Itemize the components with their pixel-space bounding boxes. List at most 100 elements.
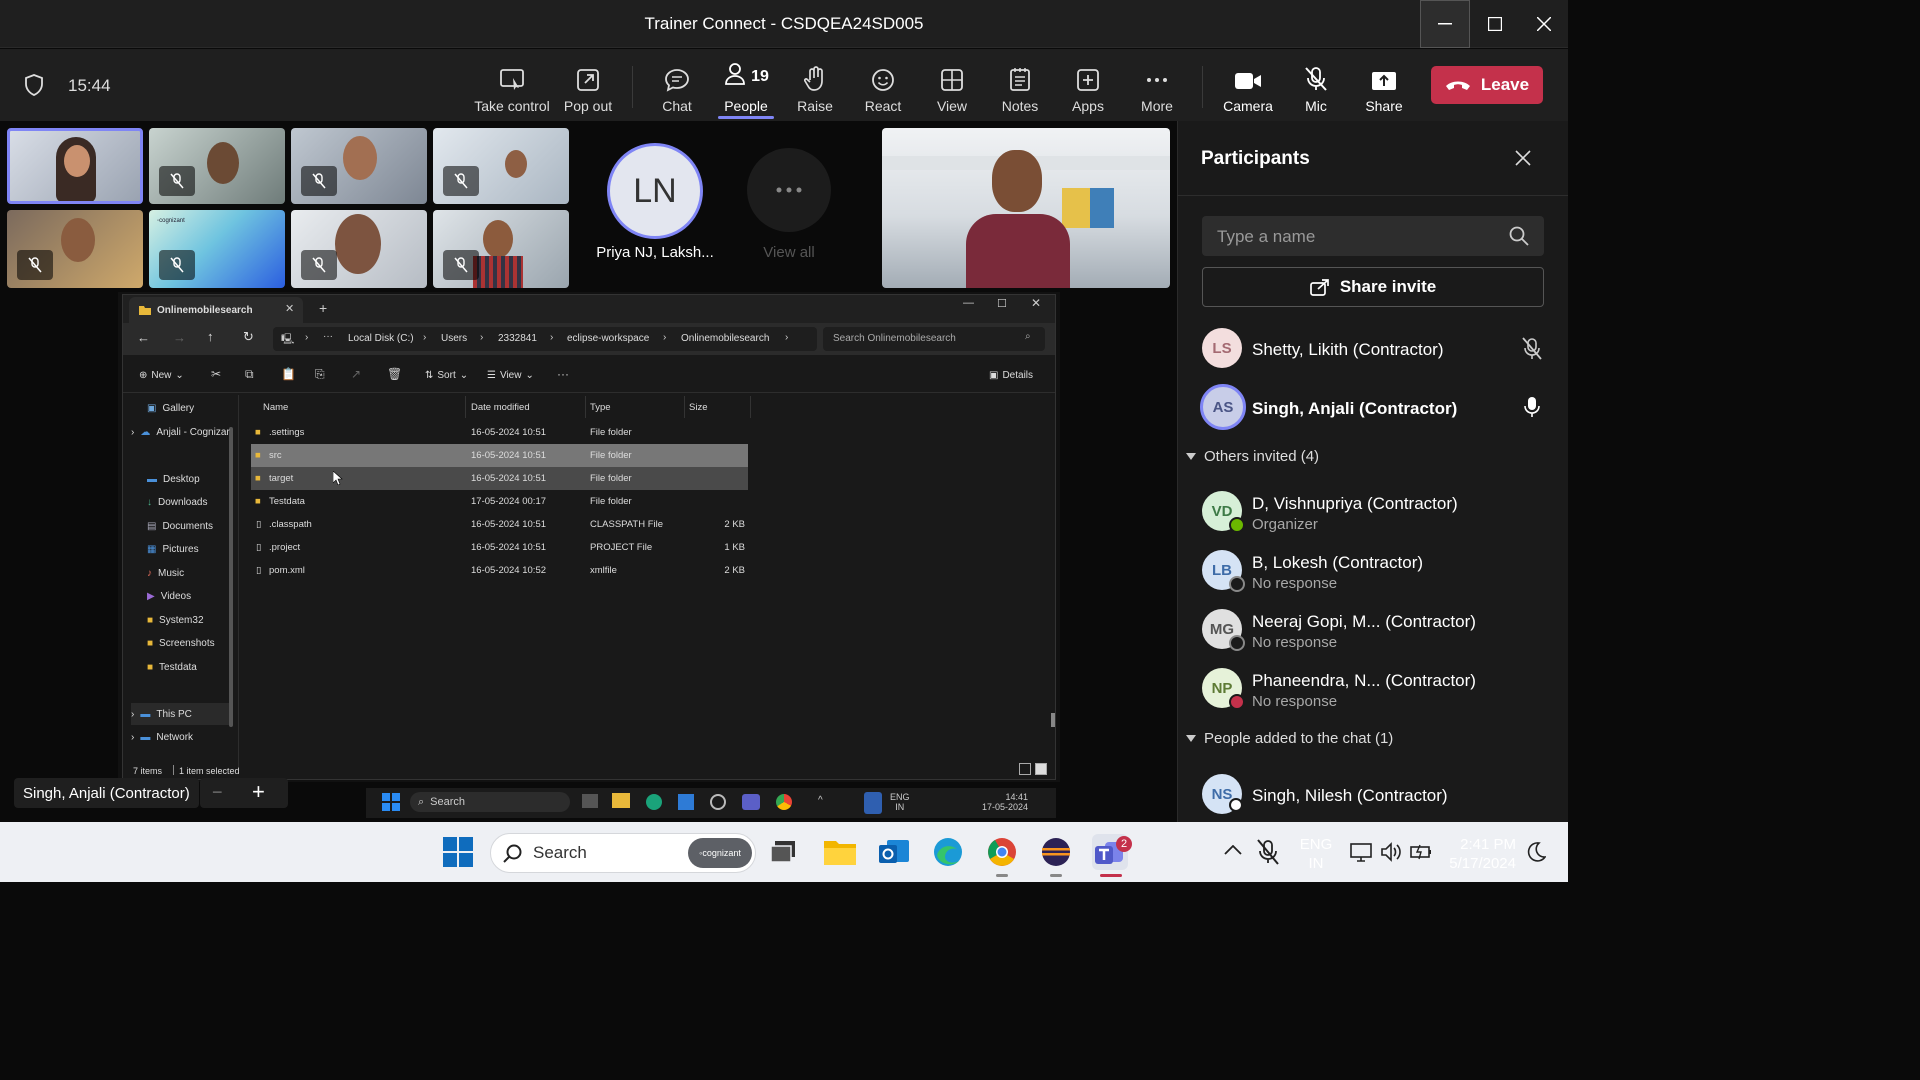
windows-start-icon[interactable] (382, 793, 400, 816)
sidebar-item-network[interactable]: › ▬ Network (131, 726, 193, 748)
sidebar-item-this-pc[interactable]: › ▬ This PC (131, 703, 229, 725)
react-button[interactable]: React (858, 58, 908, 114)
video-tile[interactable] (433, 210, 569, 288)
view-button[interactable]: View (928, 58, 976, 114)
details-view-icon[interactable] (1019, 763, 1031, 775)
cut-icon[interactable]: ✂ (211, 367, 221, 381)
video-tile[interactable] (291, 210, 427, 288)
sidebar-item-onedrive[interactable]: › ☁ Anjali - Cognizar (131, 421, 230, 443)
people-button[interactable]: 19 People (718, 58, 774, 114)
outlook-taskbar-icon[interactable] (876, 834, 912, 870)
video-tile[interactable] (7, 210, 143, 288)
battery-icon[interactable] (1410, 842, 1432, 867)
paste-icon[interactable]: 📋 (281, 367, 296, 381)
leave-button[interactable]: Leave (1431, 66, 1543, 104)
others-invited-group-header[interactable]: Others invited (4) (1186, 448, 1319, 465)
more-button[interactable]: More (1132, 58, 1182, 114)
video-tile[interactable]: ◦cognizant (149, 210, 285, 288)
remote-language-indicator[interactable]: ENG IN (890, 792, 910, 812)
view-button[interactable]: ☰ View ⌄ (487, 370, 534, 381)
participant-name[interactable]: Neeraj Gopi, M... (Contractor) (1252, 612, 1476, 632)
file-row[interactable]: ▯ .classpath 16-05-2024 10:51 CLASSPATH … (251, 513, 748, 536)
close-button[interactable] (1519, 0, 1569, 48)
participant-name[interactable]: Singh, Anjali (Contractor) (1252, 399, 1457, 419)
sidebar-item-downloads[interactable]: ↓ Downloads (147, 491, 207, 513)
minimize-button[interactable] (1420, 0, 1470, 48)
file-explorer-taskbar-icon[interactable] (612, 793, 630, 808)
mic-icon[interactable] (864, 792, 882, 814)
file-row[interactable]: ▯ pom.xml 16-05-2024 10:52 xmlfile 2 KB (251, 559, 748, 582)
zoom-in-button[interactable]: + (252, 779, 265, 805)
explorer-minimize-button[interactable]: — (963, 297, 974, 309)
eclipse-taskbar-icon[interactable] (1038, 834, 1074, 870)
column-header-date[interactable]: Date modified (471, 402, 530, 413)
participant-name[interactable]: Singh, Nilesh (Contractor) (1252, 786, 1448, 806)
cognizant-search-highlight[interactable]: ◦cognizant (688, 838, 752, 868)
share-invite-button[interactable]: Share invite (1202, 267, 1544, 307)
breadcrumb-item[interactable]: eclipse-workspace (567, 333, 649, 344)
participant-name[interactable]: B, Lokesh (Contractor) (1252, 553, 1423, 573)
camera-button[interactable]: Camera (1220, 58, 1276, 114)
new-tab-button[interactable]: + (319, 300, 327, 316)
raise-hand-button[interactable]: Raise (790, 58, 840, 114)
back-arrow-icon[interactable]: ← (137, 330, 150, 345)
mic-button[interactable]: Mic (1294, 58, 1338, 114)
system-clock[interactable]: 2:41 PM 5/17/2024 (1442, 835, 1516, 873)
rename-icon[interactable]: ⎘ (315, 367, 325, 382)
view-all-button[interactable] (747, 148, 831, 232)
chevron-up-icon[interactable]: ^ (818, 795, 823, 806)
more-icon[interactable]: ··· (323, 331, 333, 342)
copy-icon[interactable]: ⧉ (245, 367, 254, 382)
teams-taskbar-icon[interactable] (742, 794, 760, 810)
breadcrumb-item[interactable]: Local Disk (C:) (348, 333, 414, 344)
file-explorer-taskbar-icon[interactable] (822, 834, 858, 870)
participant-name[interactable]: Phaneendra, N... (Contractor) (1252, 671, 1476, 691)
sidebar-item-documents[interactable]: ▤ Documents (147, 515, 213, 537)
sidebar-item-testdata[interactable]: ■ Testdata (147, 656, 197, 678)
share-icon[interactable]: ↗ (351, 367, 361, 381)
share-button[interactable]: Share (1358, 58, 1410, 114)
video-tile[interactable] (7, 128, 143, 204)
explorer-maximize-button[interactable]: ☐ (997, 297, 1007, 310)
tiles-view-icon[interactable] (1035, 763, 1047, 775)
refresh-icon[interactable]: ↻ (243, 329, 254, 345)
video-tile[interactable] (149, 128, 285, 204)
column-header-name[interactable]: Name (263, 402, 288, 413)
apps-button[interactable]: Apps (1064, 58, 1112, 114)
video-tile-self[interactable] (882, 128, 1170, 288)
people-added-group-header[interactable]: People added to the chat (1) (1186, 730, 1393, 747)
remote-search-box[interactable]: ⌕ Search (410, 792, 570, 812)
file-row-selected[interactable]: ■ src 16-05-2024 10:51 File folder (251, 444, 748, 467)
up-arrow-icon[interactable]: ↑ (207, 329, 214, 344)
task-view-icon[interactable] (766, 834, 802, 870)
pop-out-button[interactable]: Pop out (560, 58, 616, 114)
mic-off-icon[interactable] (1256, 838, 1280, 871)
breadcrumb-item[interactable]: Users (441, 333, 467, 344)
chrome-taskbar-icon[interactable] (984, 834, 1020, 870)
new-button[interactable]: ⊕ New ⌄ (139, 370, 184, 381)
edge-taskbar-icon[interactable] (930, 834, 966, 870)
explorer-tab[interactable]: Onlinemobilesearch (129, 297, 303, 323)
video-tile[interactable] (291, 128, 427, 204)
sidebar-item-screenshots[interactable]: ■ Screenshots (147, 632, 215, 654)
close-panel-icon[interactable] (1515, 150, 1531, 171)
more-icon[interactable]: ··· (557, 367, 569, 381)
edge-taskbar-icon[interactable] (646, 794, 662, 810)
breadcrumb-item[interactable]: 2332841 (498, 333, 537, 344)
forward-arrow-icon[interactable]: → (173, 330, 186, 345)
sidebar-item-system32[interactable]: ■ System32 (147, 609, 204, 631)
moon-icon[interactable] (1526, 842, 1547, 867)
sidebar-item-music[interactable]: ♪ Music (147, 562, 184, 584)
video-tile[interactable] (433, 128, 569, 204)
participant-name[interactable]: Shetty, Likith (Contractor) (1252, 340, 1443, 360)
sidebar-item-videos[interactable]: ▶ Videos (147, 585, 191, 607)
list-scrollbar[interactable] (1051, 713, 1055, 727)
sidebar-item-gallery[interactable]: ▣ Gallery (147, 397, 194, 419)
column-header-size[interactable]: Size (689, 402, 707, 413)
volume-icon[interactable] (1380, 842, 1402, 867)
zoom-out-button[interactable]: − (212, 782, 223, 803)
explorer-close-button[interactable]: ✕ (1031, 296, 1041, 310)
notes-button[interactable]: Notes (996, 58, 1044, 114)
language-indicator[interactable]: ENG IN (1298, 835, 1334, 873)
chrome-taskbar-icon[interactable] (776, 794, 792, 810)
